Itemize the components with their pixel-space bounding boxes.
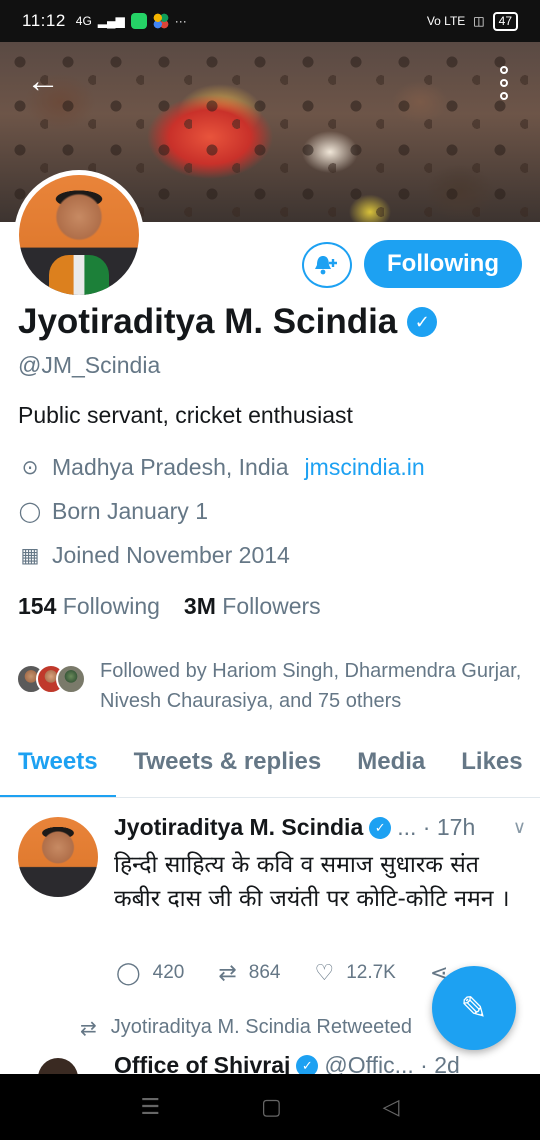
following-count-link[interactable]: 154 Following [18, 593, 160, 620]
tab-likes[interactable]: Likes [443, 740, 540, 797]
reply-button[interactable]: ◯ 420 [116, 960, 184, 986]
retweet-count: 864 [248, 962, 281, 983]
joined-text: Joined November 2014 [52, 542, 290, 568]
home-nav-icon[interactable]: ▢ [261, 1094, 282, 1120]
tweet-author-handle: ... [397, 814, 417, 840]
tweet-author-name: Jyotiraditya M. Scindia [114, 814, 364, 840]
retweet-small-icon: ⇄ [80, 1018, 97, 1040]
reply-count: 420 [152, 962, 185, 983]
tweet-dot: · [416, 814, 437, 840]
menu-nav-icon[interactable]: ☰ [140, 1094, 160, 1120]
tweet-avatar[interactable] [18, 817, 98, 897]
signal-icon: 4G [75, 14, 92, 28]
follower-avatar [56, 664, 86, 694]
status-right: Vo LTE ◫ 47 [426, 11, 518, 31]
chevron-down-icon[interactable]: ∨ [513, 817, 526, 838]
location-row: ⊙ Madhya Pradesh, India jmscindia.in [18, 454, 425, 481]
back-arrow-icon[interactable]: ← [26, 64, 60, 98]
balloon-icon: ◯ [18, 501, 42, 523]
retweeted-note: ⇄ Jyotiraditya M. Scindia Retweeted [80, 1016, 412, 1041]
system-nav-bar: ☰ ▢ ◁ [0, 1074, 540, 1140]
signal-bars-icon: ▂▄▆ [97, 14, 125, 28]
website-link[interactable]: jmscindia.in [305, 454, 425, 481]
tweet-item[interactable]: Jyotiraditya M. Scindia ✓ ... · 17h ∨ हि… [0, 812, 540, 992]
verified-badge-icon: ✓ [296, 1054, 319, 1074]
profile-name: Jyotiraditya M. Scindia [18, 302, 398, 341]
avatar-image [19, 175, 139, 295]
tweet-dot: · [413, 1052, 435, 1074]
following-label: Following [62, 593, 160, 619]
retweet-icon: ⇄ [218, 960, 237, 985]
tweet-time: 2d [434, 1052, 460, 1074]
more-vertical-icon[interactable] [500, 66, 510, 100]
heart-icon: ♡ [314, 960, 335, 985]
retweet-button[interactable]: ⇄ 864 [218, 960, 280, 986]
compose-tweet-button[interactable]: ✎ [432, 966, 516, 1050]
volte-icon: Vo LTE [426, 14, 466, 28]
birthday-row: ◯ Born January 1 [18, 498, 208, 525]
tab-media[interactable]: Media [339, 740, 443, 797]
verified-badge-icon: ✓ [369, 816, 392, 839]
joined-row: ▦ Joined November 2014 [18, 542, 290, 569]
like-count: 12.7K [346, 962, 396, 983]
tweet-time: 17h [436, 814, 476, 840]
tweet-header: Jyotiraditya M. Scindia ✓ ... · 17h ∨ [114, 814, 526, 841]
verified-badge-icon: ✓ [407, 307, 438, 337]
location-pin-icon: ⊙ [21, 457, 39, 479]
followers-label: Followers [222, 593, 321, 619]
bell-icon [315, 256, 337, 275]
like-button[interactable]: ♡ 12.7K [314, 960, 395, 986]
follow-counts: 154 Following 3M Followers [18, 593, 321, 620]
profile-bio: Public servant, cricket enthusiast [18, 402, 353, 428]
app-icon [152, 13, 169, 29]
tweet-author-handle: @Offic... [324, 1052, 414, 1074]
tab-tweets[interactable]: Tweets [0, 740, 116, 797]
reply-icon: ◯ [116, 960, 141, 985]
following-button[interactable]: Following [364, 240, 522, 288]
profile-avatar[interactable] [14, 170, 144, 300]
status-notification-icons: 4G ▂▄▆ ··· [76, 13, 187, 29]
more-notifications-icon: ··· [174, 14, 187, 28]
compose-feather-icon: ✎ [460, 990, 488, 1026]
status-bar: 11:12 4G ▂▄▆ ··· Vo LTE ◫ 47 [0, 0, 540, 42]
followers-count: 3M [183, 593, 216, 619]
profile-tabs: Tweets Tweets & replies Media Likes [0, 740, 540, 798]
whatsapp-icon [130, 13, 147, 29]
tweet-author-name: Office of Shivraj [114, 1052, 291, 1074]
vibrate-icon: ◫ [473, 14, 485, 28]
tweet-header: Office of Shivraj ✓ @Offic... · 2d [114, 1052, 526, 1074]
followers-count-link[interactable]: 3M Followers [184, 593, 321, 620]
tweet-avatar[interactable] [38, 1058, 78, 1074]
battery-icon: 47 [492, 11, 518, 31]
tab-tweets-replies[interactable]: Tweets & replies [116, 740, 340, 797]
profile-name-row: Jyotiraditya M. Scindia ✓ [18, 302, 438, 342]
tweet-item[interactable]: Office of Shivraj ✓ @Offic... · 2d [0, 1052, 540, 1074]
profile-handle: @JM_Scindia [18, 352, 161, 378]
followed-by-row[interactable]: Followed by Hariom Singh, Dharmendra Gur… [16, 656, 526, 716]
followed-by-text: Followed by Hariom Singh, Dharmendra Gur… [100, 660, 522, 712]
bell-plus-icon[interactable] [302, 242, 352, 288]
following-count: 154 [18, 593, 57, 619]
retweeted-text: Jyotiraditya M. Scindia Retweeted [110, 1016, 413, 1038]
follower-avatars [16, 664, 86, 716]
tweet-text: हिन्दी साहित्य के कवि व समाज सुधारक संत … [114, 852, 510, 912]
location-text: Madhya Pradesh, India [52, 454, 289, 480]
status-time: 11:12 [22, 11, 66, 30]
calendar-icon: ▦ [20, 545, 40, 567]
back-nav-icon[interactable]: ◁ [383, 1094, 400, 1120]
birthday-text: Born January 1 [52, 498, 208, 524]
